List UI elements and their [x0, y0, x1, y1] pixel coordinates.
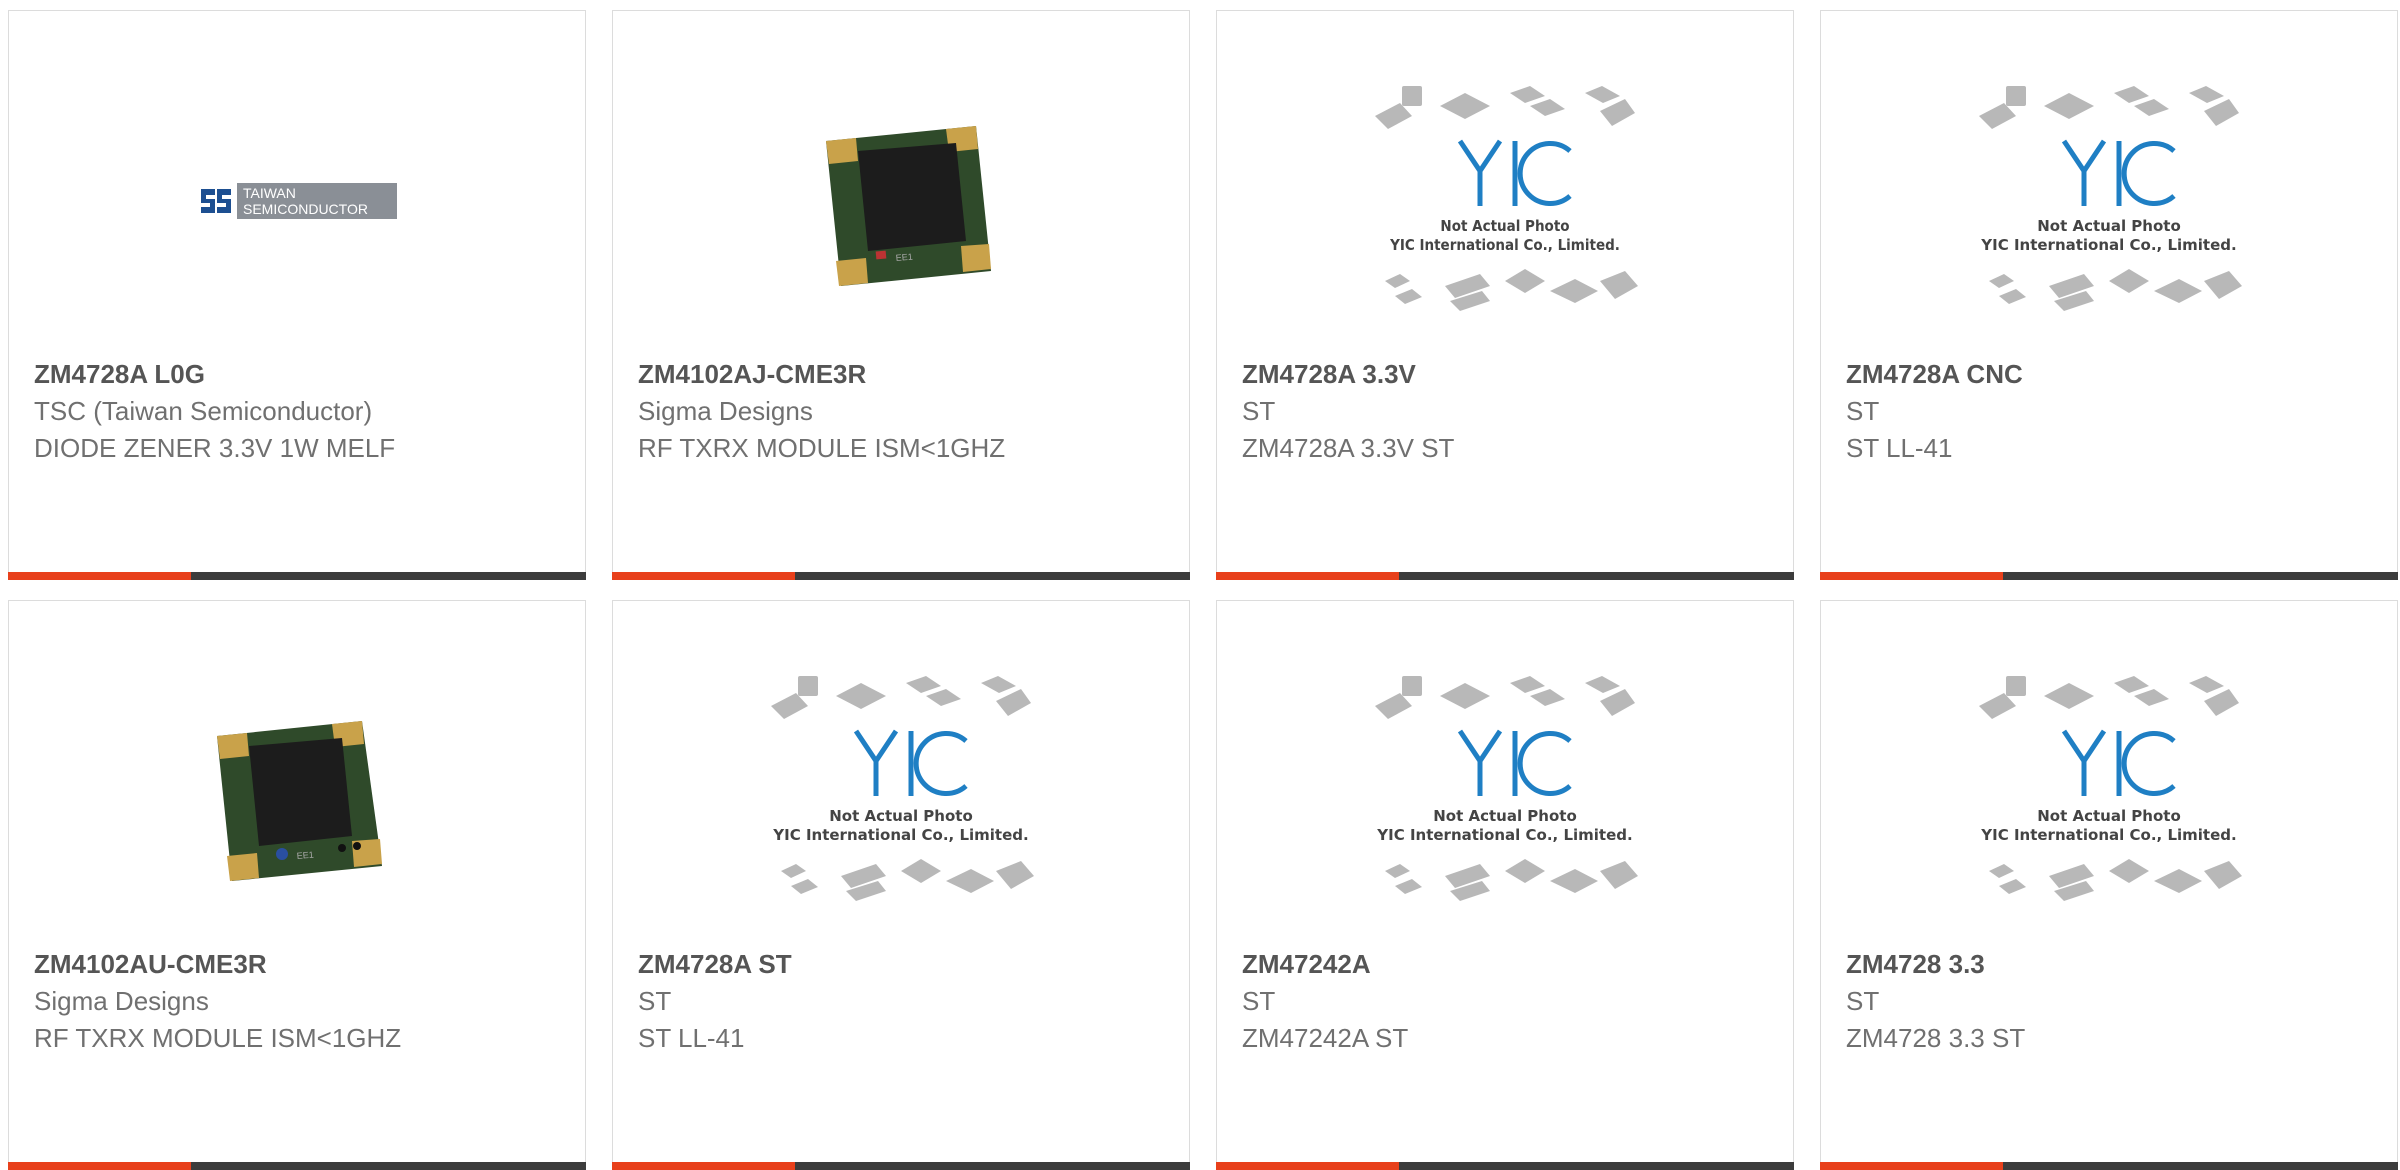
card-footer-bar: [612, 1162, 1190, 1170]
rf-module-photo: EE1: [217, 721, 382, 881]
card-footer-bar: [8, 572, 586, 580]
svg-text:SEMICONDUCTOR: SEMICONDUCTOR: [243, 201, 368, 217]
taiwan-semiconductor-logo: TAIWAN SEMICONDUCTOR: [197, 183, 397, 219]
rf-module-photo: EE1: [826, 126, 991, 286]
card-footer-bar: [612, 572, 1190, 580]
svg-text:EE1: EE1: [296, 850, 314, 861]
product-card[interactable]: TAIWAN SEMICONDUCTOR ZM4728A L0G TSC (Ta…: [8, 10, 586, 580]
yic-placeholder-image: Not Actual Photo YIC International Co., …: [1375, 676, 1638, 901]
description-label: ZM47242A ST: [1242, 1023, 1409, 1053]
svg-text:Not Actual Photo: Not Actual Photo: [1433, 807, 1577, 825]
part-number-link[interactable]: ZM4102AU-CME3R: [34, 945, 565, 983]
product-image[interactable]: EE1: [613, 51, 1189, 351]
description-label: ZM4728 3.3 ST: [1846, 1023, 2026, 1053]
product-card[interactable]: EE1 ZM4102AJ-CME3R Sigma Designs RF TXRX…: [612, 10, 1190, 580]
product-image[interactable]: Not Actual Photo YIC International Co., …: [1821, 51, 2397, 351]
card-footer-bar: [1216, 572, 1794, 580]
manufacturer-label: Sigma Designs: [34, 986, 209, 1016]
description-label: ST LL-41: [1846, 433, 1953, 463]
part-number-link[interactable]: ZM4728A L0G: [34, 355, 565, 393]
svg-text:YIC International Co., Limited: YIC International Co., Limited.: [1980, 236, 2236, 254]
description-label: RF TXRX MODULE ISM<1GHZ: [34, 1023, 402, 1053]
part-number-link[interactable]: ZM4728A 3.3V: [1242, 355, 1773, 393]
svg-text:Not Actual Photo: Not Actual Photo: [1440, 217, 1569, 235]
svg-text:Not Actual Photo: Not Actual Photo: [2037, 807, 2181, 825]
product-image[interactable]: Not Actual Photo YIC International Co., …: [1217, 51, 1793, 351]
product-image[interactable]: Not Actual Photo YIC International Co., …: [1821, 641, 2397, 941]
yic-placeholder-image: Not Actual Photo YIC International Co., …: [1979, 676, 2242, 901]
part-number-link[interactable]: ZM4728A CNC: [1846, 355, 2377, 393]
description-label: ST LL-41: [638, 1023, 745, 1053]
yic-placeholder-image: Not Actual Photo YIC International Co., …: [1375, 86, 1638, 311]
card-footer-bar: [8, 1162, 586, 1170]
manufacturer-label: ST: [1242, 396, 1276, 426]
product-card[interactable]: Not Actual Photo YIC International Co., …: [612, 600, 1190, 1170]
svg-text:EE1: EE1: [895, 252, 913, 263]
description-label: RF TXRX MODULE ISM<1GHZ: [638, 433, 1006, 463]
part-number-link[interactable]: ZM4102AJ-CME3R: [638, 355, 1169, 393]
part-number-link[interactable]: ZM4728 3.3: [1846, 945, 2377, 983]
manufacturer-label: ST: [1846, 396, 1880, 426]
product-image[interactable]: Not Actual Photo YIC International Co., …: [613, 641, 1189, 941]
svg-text:Not Actual Photo: Not Actual Photo: [2037, 217, 2181, 235]
product-image[interactable]: Not Actual Photo YIC International Co., …: [1217, 641, 1793, 941]
product-card[interactable]: EE1 ZM4102AU-CME3R Sigma Designs RF TXRX…: [8, 600, 586, 1170]
svg-text:YIC International Co., Limited: YIC International Co., Limited.: [1980, 826, 2236, 844]
card-footer-bar: [1820, 1162, 2398, 1170]
svg-text:YIC International Co., Limited: YIC International Co., Limited.: [772, 826, 1028, 844]
svg-text:YIC International Co., Limited: YIC International Co., Limited.: [1376, 826, 1632, 844]
manufacturer-label: TSC (Taiwan Semiconductor): [34, 396, 373, 426]
product-image[interactable]: EE1: [9, 641, 585, 941]
svg-text:TAIWAN: TAIWAN: [243, 185, 296, 201]
manufacturer-label: ST: [1242, 986, 1276, 1016]
description-label: DIODE ZENER 3.3V 1W MELF: [34, 433, 396, 463]
card-footer-bar: [1820, 572, 2398, 580]
product-grid: TAIWAN SEMICONDUCTOR ZM4728A L0G TSC (Ta…: [0, 0, 2400, 1170]
product-card[interactable]: Not Actual Photo YIC International Co., …: [1820, 600, 2398, 1170]
product-image[interactable]: TAIWAN SEMICONDUCTOR: [9, 51, 585, 351]
yic-placeholder-image: Not Actual Photo YIC International Co., …: [1979, 86, 2242, 311]
svg-text:YIC International Co., Limited: YIC International Co., Limited.: [1389, 236, 1620, 254]
manufacturer-label: ST: [1846, 986, 1880, 1016]
product-card[interactable]: Not Actual Photo YIC International Co., …: [1820, 10, 2398, 580]
description-label: ZM4728A 3.3V ST: [1242, 433, 1455, 463]
card-footer-bar: [1216, 1162, 1794, 1170]
manufacturer-label: ST: [638, 986, 672, 1016]
yic-placeholder-image: Not Actual Photo YIC International Co., …: [771, 676, 1034, 901]
product-card[interactable]: Not Actual Photo YIC International Co., …: [1216, 600, 1794, 1170]
manufacturer-label: Sigma Designs: [638, 396, 813, 426]
product-card[interactable]: Not Actual Photo YIC International Co., …: [1216, 10, 1794, 580]
part-number-link[interactable]: ZM47242A: [1242, 945, 1773, 983]
svg-text:Not Actual Photo: Not Actual Photo: [829, 807, 973, 825]
part-number-link[interactable]: ZM4728A ST: [638, 945, 1169, 983]
